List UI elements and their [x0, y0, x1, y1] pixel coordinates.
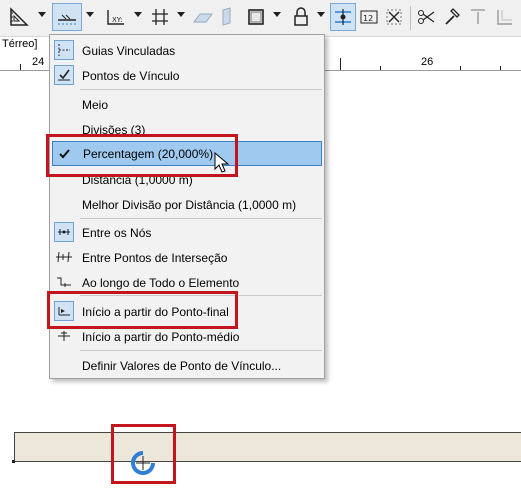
menu-separator	[80, 350, 322, 351]
menu-item-label: Ao longo de Todo o Elemento	[82, 275, 240, 290]
xy-coordinate-button[interactable]: XY:	[100, 3, 130, 31]
square-snap-button[interactable]	[242, 3, 270, 31]
xy-coordinate-icon: XY:	[107, 10, 124, 25]
menu-item-label: Pontos de Vínculo	[82, 68, 180, 83]
toolbar: XY: 12	[0, 0, 521, 37]
toolbar-divider	[410, 6, 411, 30]
floor-tab[interactable]: Térreo]	[0, 38, 37, 54]
svg-text:XY:: XY:	[112, 16, 123, 24]
parallel-plane-icon	[193, 13, 213, 23]
guide-line-button[interactable]	[52, 3, 82, 31]
menu-item-label: Entre os Nós	[82, 225, 152, 240]
ruler-triangle-button[interactable]	[4, 3, 34, 31]
ruler-tick	[20, 64, 21, 70]
menu-item-linked-guides[interactable]: Guias Vinculadas	[50, 38, 324, 63]
hammer-icon	[445, 8, 460, 25]
menu-item-define-snap-values[interactable]: Definir Valores de Ponto de Vínculo...	[50, 353, 324, 378]
menu-item-snap-points[interactable]: Pontos de Vínculo	[50, 63, 324, 88]
chevron-down-icon[interactable]	[317, 12, 325, 17]
along-element-icon	[54, 272, 74, 292]
ruler-triangle-icon	[10, 7, 29, 26]
lock-icon	[294, 7, 308, 26]
endpoint-callout	[47, 291, 238, 329]
menu-item-label: Meio	[82, 97, 109, 112]
chevron-down-icon[interactable]	[273, 12, 281, 17]
grid-snap-button[interactable]	[146, 3, 174, 31]
ruler-tick	[340, 58, 341, 70]
trim-top-button[interactable]	[466, 3, 490, 31]
between-nodes-icon	[54, 222, 74, 242]
wall-endpoint	[12, 460, 15, 463]
mouse-cursor-icon	[214, 152, 230, 173]
menu-item-midpoint[interactable]: Meio	[50, 92, 324, 117]
vertical-plane-icon	[222, 7, 231, 26]
trim-corner-icon	[497, 10, 512, 25]
chevron-down-icon[interactable]	[86, 12, 94, 17]
guide-line-icon	[58, 14, 76, 25]
dimension-button[interactable]: 12	[357, 3, 381, 31]
lock-button[interactable]	[288, 3, 314, 31]
scissors-icon	[418, 10, 435, 24]
percentage-callout	[46, 134, 238, 177]
linked-guides-icon	[54, 40, 74, 60]
menu-separator	[80, 89, 322, 90]
ruler-tick	[460, 66, 461, 70]
svg-text:12: 12	[363, 14, 373, 23]
menu-item-label: Início a partir do Ponto-médio	[82, 329, 240, 344]
from-midpoint-icon	[54, 326, 74, 346]
dimension-icon: 12	[360, 10, 378, 24]
wall-element[interactable]	[14, 432, 521, 462]
hammer-button[interactable]	[440, 3, 464, 31]
parallel-plane-button[interactable]	[190, 3, 216, 31]
menu-item-between-nodes[interactable]: Entre os Nós	[50, 220, 324, 245]
smart-snap-button[interactable]	[330, 3, 356, 31]
menu-separator	[80, 218, 322, 219]
menu-item-label: Melhor Divisão por Distância (1,0000 m)	[82, 197, 297, 212]
ruler-tick	[380, 66, 381, 70]
cross-point-icon	[386, 9, 402, 25]
vertical-plane-button[interactable]	[216, 3, 238, 31]
chevron-down-icon[interactable]	[177, 12, 185, 17]
menu-item-label: Guias Vinculadas	[82, 43, 176, 58]
ruler-number: 24	[32, 56, 45, 68]
grid-snap-icon	[152, 9, 168, 25]
menu-item-label: Entre Pontos de Interseção	[82, 250, 228, 265]
trim-corner-button[interactable]	[492, 3, 516, 31]
square-snap-icon	[248, 9, 264, 25]
scissors-button[interactable]	[414, 3, 438, 31]
ruler-number: 26	[421, 56, 434, 68]
chevron-down-icon[interactable]	[38, 12, 46, 17]
snap-points-icon	[54, 65, 74, 85]
ruler-tick	[500, 66, 501, 70]
trim-top-icon	[471, 9, 485, 24]
menu-item-between-intersections[interactable]: Entre Pontos de Interseção	[50, 245, 324, 270]
chevron-down-icon[interactable]	[134, 12, 142, 17]
menu-item-best-division[interactable]: Melhor Divisão por Distância (1,0000 m)	[50, 192, 324, 217]
cross-point-button[interactable]	[382, 3, 406, 31]
menu-item-label: Definir Valores de Ponto de Vínculo...	[82, 358, 282, 373]
smart-snap-icon	[335, 9, 351, 25]
between-intersections-icon	[54, 247, 74, 267]
snap-point-callout	[111, 424, 176, 484]
